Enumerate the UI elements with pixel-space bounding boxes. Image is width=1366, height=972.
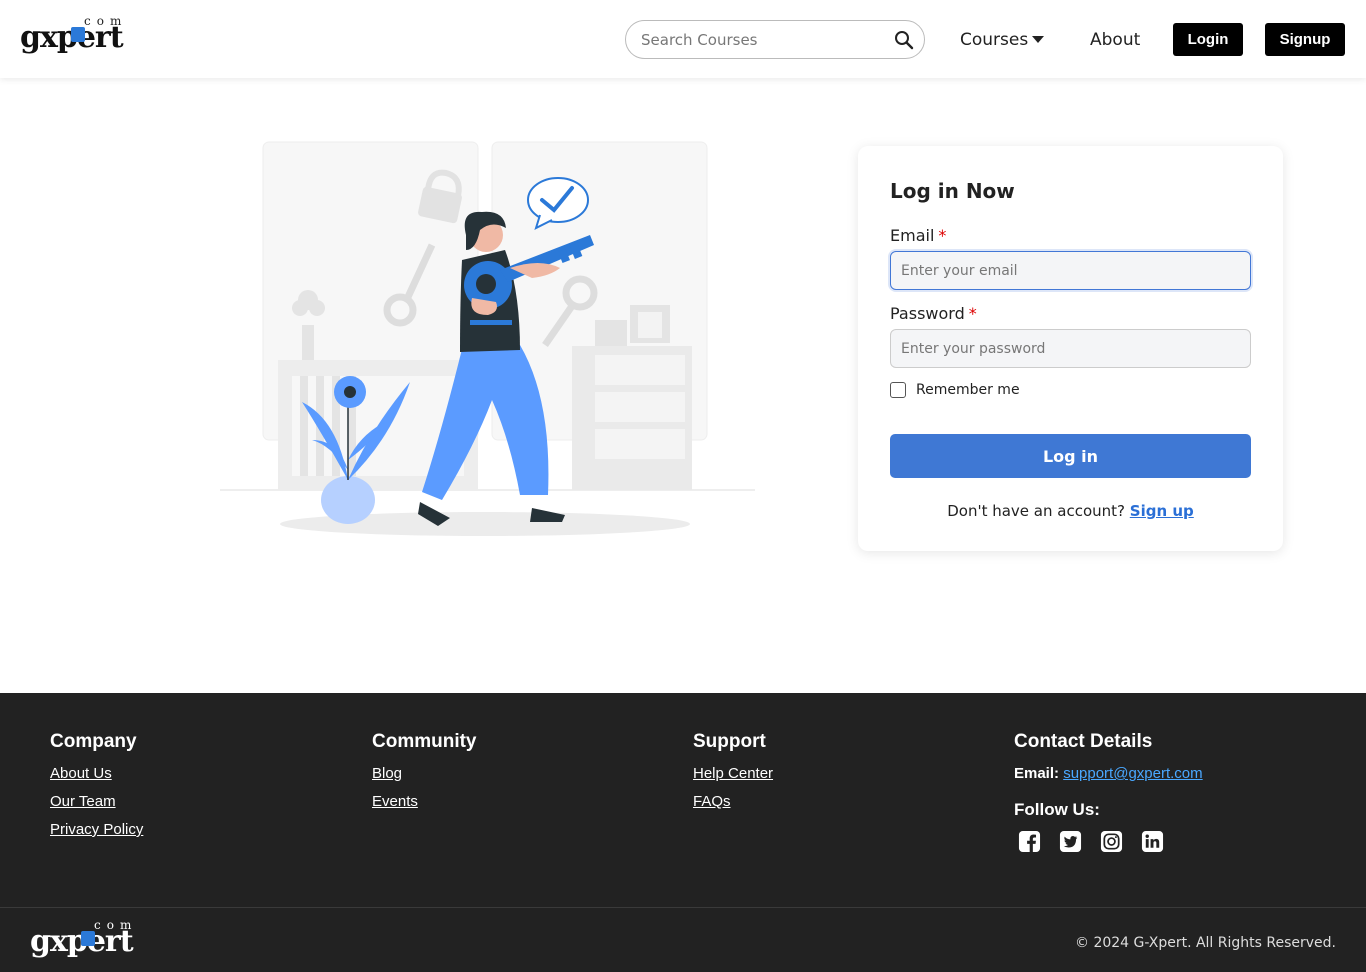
follow-us-label: Follow Us:	[1014, 800, 1100, 819]
submit-login-button[interactable]: Log in	[890, 434, 1251, 478]
password-label: Password *	[890, 304, 977, 323]
login-illustration	[220, 141, 755, 536]
footer-link-events[interactable]: Events	[372, 793, 477, 810]
footer-contact: Contact Details Email: support@gxpert.co…	[1014, 731, 1203, 853]
required-mark: *	[968, 304, 977, 323]
search-box	[625, 20, 925, 59]
footer-link-our-team[interactable]: Our Team	[50, 793, 143, 810]
nav-about[interactable]: About	[1090, 30, 1140, 50]
remember-checkbox[interactable]	[890, 382, 906, 398]
contact-email: Email: support@gxpert.com	[1014, 765, 1203, 782]
required-mark: *	[938, 226, 947, 245]
footer-community: Community Blog Events	[372, 731, 477, 821]
flower-icon	[334, 376, 366, 408]
login-title: Log in Now	[890, 179, 1015, 203]
email-field[interactable]	[890, 251, 1251, 290]
no-account-text: Don't have an account?	[947, 502, 1125, 520]
signup-prompt: Don't have an account? Sign up	[858, 502, 1283, 520]
remember-me: Remember me	[890, 382, 1020, 398]
facebook-icon[interactable]	[1018, 830, 1041, 853]
nav-courses[interactable]: Courses	[960, 30, 1045, 50]
remember-label[interactable]: Remember me	[916, 382, 1020, 398]
password-field[interactable]	[890, 329, 1251, 368]
site-header: com gxpert Courses About Login Signup	[0, 0, 1366, 78]
footer-logo[interactable]: com gxpert	[30, 918, 160, 959]
email-label: Email *	[890, 226, 946, 245]
instagram-icon[interactable]	[1100, 830, 1123, 853]
footer-link-help-center[interactable]: Help Center	[693, 765, 773, 782]
password-label-text: Password	[890, 304, 965, 323]
search-icon[interactable]	[894, 30, 914, 50]
footer-bottom: com gxpert © 2024 G-Xpert. All Rights Re…	[0, 907, 1366, 972]
footer-support: Support Help Center FAQs	[693, 731, 773, 821]
nav-courses-label: Courses	[960, 30, 1029, 50]
footer-contact-title: Contact Details	[1014, 731, 1153, 752]
footer-support-title: Support	[693, 731, 766, 752]
footer-company: Company About Us Our Team Privacy Policy	[50, 731, 143, 849]
book-icon	[71, 27, 85, 42]
site-footer: Company About Us Our Team Privacy Policy…	[0, 693, 1366, 972]
login-card: Log in Now Email* Password* Remember me …	[858, 146, 1283, 551]
login-button[interactable]: Login	[1173, 23, 1243, 56]
copyright-text: © 2024 G-Xpert. All Rights Reserved.	[1075, 935, 1336, 951]
footer-link-about-us[interactable]: About Us	[50, 765, 143, 782]
email-label-text: Email	[890, 226, 935, 245]
signup-button[interactable]: Signup	[1265, 23, 1345, 56]
contact-email-link[interactable]: support@gxpert.com	[1063, 765, 1202, 782]
caret-down-icon	[1032, 36, 1045, 43]
footer-community-title: Community	[372, 731, 477, 752]
social-links	[1018, 830, 1203, 853]
search-input[interactable]	[641, 31, 881, 49]
footer-link-privacy-policy[interactable]: Privacy Policy	[50, 821, 143, 838]
signup-link[interactable]: Sign up	[1130, 502, 1194, 520]
footer-company-title: Company	[50, 731, 137, 752]
twitter-icon[interactable]	[1059, 830, 1082, 853]
contact-email-label: Email:	[1014, 765, 1060, 782]
site-logo[interactable]: com gxpert	[20, 14, 150, 55]
footer-link-blog[interactable]: Blog	[372, 765, 477, 782]
linkedin-icon[interactable]	[1141, 830, 1164, 853]
footer-link-faqs[interactable]: FAQs	[693, 793, 773, 810]
book-icon	[81, 931, 95, 946]
